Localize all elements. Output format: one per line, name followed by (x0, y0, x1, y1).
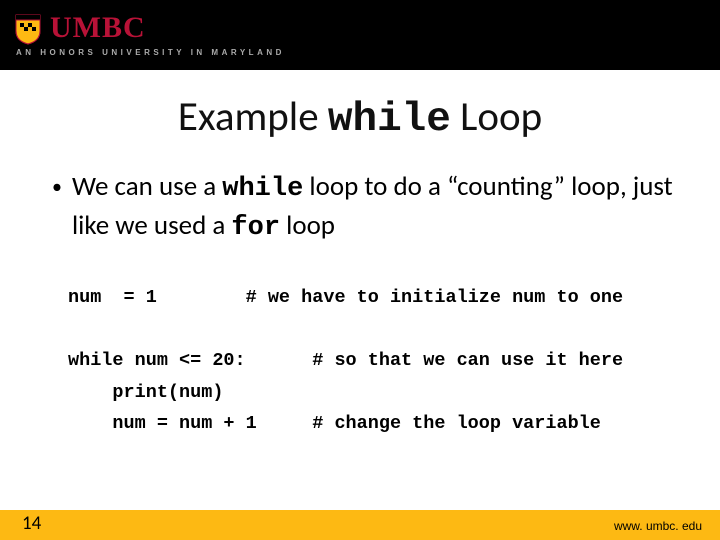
header-band: UMBC AN HONORS UNIVERSITY IN MARYLAND (0, 0, 720, 70)
bullet-item: • We can use a while loop to do a “count… (52, 169, 680, 246)
bullet-keyword: for (231, 213, 280, 243)
code-block: num = 1 # we have to initialize num to o… (52, 282, 680, 439)
title-suffix: Loop (451, 92, 542, 142)
umbc-shield-icon (14, 13, 42, 45)
title-keyword: while (328, 97, 451, 143)
code-line: num = num + 1 # change the loop variable (68, 413, 601, 434)
title-prefix: Example (178, 92, 328, 142)
bullet-text: We can use a while loop to do a “countin… (72, 169, 680, 246)
logo-text: UMBC (50, 13, 146, 43)
footer-url: www. umbc. edu (614, 519, 702, 533)
footer-bar (0, 510, 720, 540)
slide-title: Example while Loop (0, 92, 720, 143)
code-line: num = 1 # we have to initialize num to o… (68, 287, 623, 308)
logo: UMBC (14, 13, 720, 45)
bullet-keyword: while (222, 174, 303, 204)
content-area: • We can use a while loop to do a “count… (0, 143, 720, 439)
page-number: 14 (22, 512, 41, 535)
bullet-frag: loop (280, 209, 335, 242)
tagline: AN HONORS UNIVERSITY IN MARYLAND (16, 48, 720, 57)
code-line: print(num) (68, 382, 223, 403)
bullet-dot-icon: • (52, 169, 62, 205)
code-line: while num <= 20: # so that we can use it… (68, 350, 623, 371)
bullet-frag: We can use a (72, 170, 222, 203)
